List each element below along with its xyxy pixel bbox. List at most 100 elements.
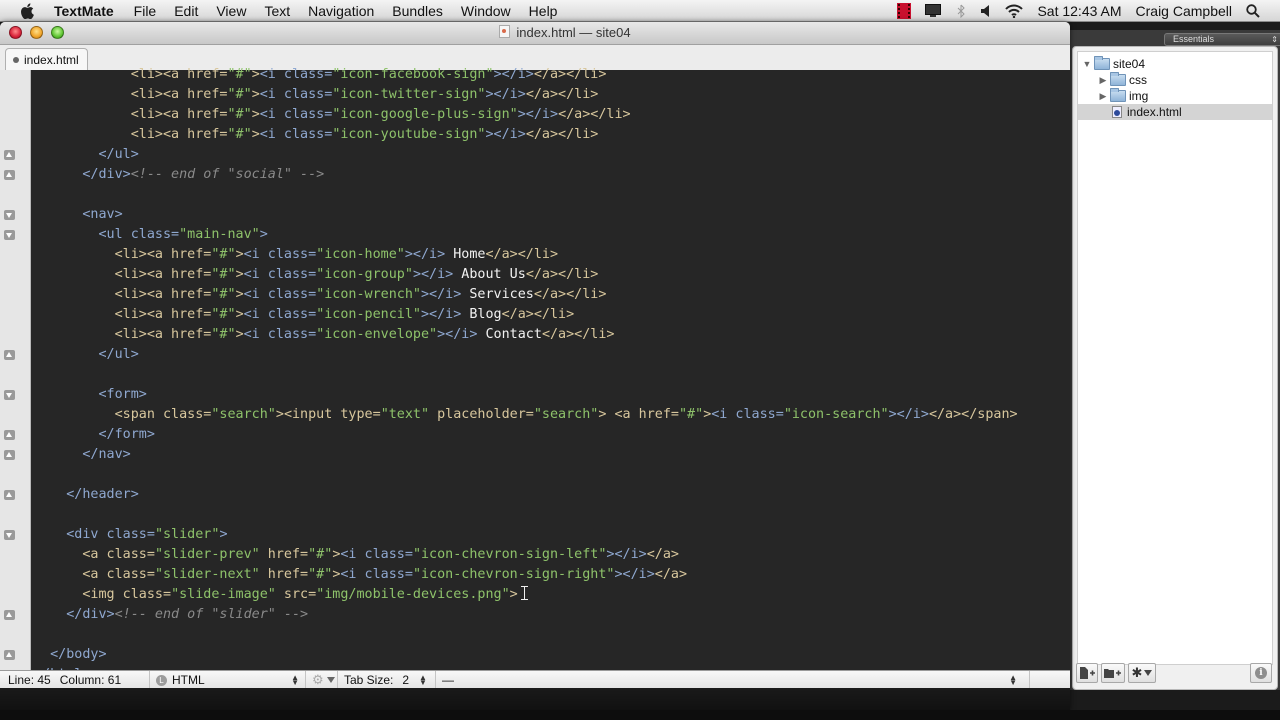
fold-end-icon[interactable] bbox=[4, 150, 15, 160]
menu-app-name[interactable]: TextMate bbox=[54, 3, 114, 19]
code-line[interactable]: </div><!-- end of "slider" --> bbox=[4, 605, 1070, 625]
fold-end-icon[interactable] bbox=[4, 610, 15, 620]
screen-recorder-icon[interactable] bbox=[897, 3, 912, 19]
menu-bundles[interactable]: Bundles bbox=[392, 3, 443, 19]
code-line[interactable]: <div class="slider"> bbox=[4, 525, 1070, 545]
code-line[interactable]: </header> bbox=[4, 485, 1070, 505]
code-line[interactable] bbox=[30, 625, 1070, 645]
code-line[interactable]: </ul> bbox=[4, 345, 1070, 365]
fold-end-icon[interactable] bbox=[4, 430, 15, 440]
code-line[interactable]: <img class="slide-image" src="img/mobile… bbox=[30, 585, 1070, 605]
code-token: <i class= bbox=[243, 307, 317, 322]
disclosure-collapsed-icon[interactable]: ▶ bbox=[1098, 88, 1108, 104]
code-line[interactable] bbox=[30, 505, 1070, 525]
fold-end-icon[interactable] bbox=[4, 650, 15, 660]
code-line[interactable]: <li><a href="#"><i class="icon-pencil"><… bbox=[30, 305, 1070, 325]
menu-edit[interactable]: Edit bbox=[174, 3, 198, 19]
menu-file[interactable]: File bbox=[134, 3, 157, 19]
code-line[interactable]: <li><a href="#"><i class="icon-envelope"… bbox=[30, 325, 1070, 345]
code-line[interactable]: </div><!-- end of "social" --> bbox=[4, 165, 1070, 185]
code-token: </a></li> bbox=[558, 107, 631, 122]
volume-icon[interactable] bbox=[981, 5, 991, 17]
new-folder-button[interactable] bbox=[1101, 663, 1125, 683]
code-line[interactable]: <a class="slider-next" href="#"><i class… bbox=[30, 565, 1070, 585]
workspace-select[interactable]: Essentials ⇕ bbox=[1164, 33, 1280, 46]
code-line[interactable]: <li><a href="#"><i class="icon-group"></… bbox=[30, 265, 1070, 285]
code-token: <i class= bbox=[340, 567, 413, 582]
title-bar[interactable]: index.html — site04 bbox=[0, 22, 1070, 45]
fold-start-icon[interactable] bbox=[4, 530, 15, 540]
code-line[interactable]: <li><a href="#"><i class="icon-home"></i… bbox=[30, 245, 1070, 265]
disclosure-expanded-icon[interactable]: ▼ bbox=[1082, 56, 1092, 72]
fold-end-icon[interactable] bbox=[4, 450, 15, 460]
menu-help[interactable]: Help bbox=[529, 3, 558, 19]
tab-size-select[interactable]: Tab Size: 2 ▲ ▼ bbox=[338, 671, 436, 689]
fold-end-icon[interactable] bbox=[4, 490, 15, 500]
menu-window[interactable]: Window bbox=[461, 3, 511, 19]
code-token: ></i> bbox=[412, 267, 454, 282]
menu-navigation[interactable]: Navigation bbox=[308, 3, 374, 19]
fold-start-icon[interactable] bbox=[4, 390, 15, 400]
code-line[interactable]: <ul class="main-nav"> bbox=[4, 225, 1070, 245]
code-token: </a></li> bbox=[525, 267, 599, 282]
code-token: <li><a href= bbox=[114, 287, 212, 302]
code-token: "#" bbox=[227, 127, 252, 142]
code-line[interactable] bbox=[30, 365, 1070, 385]
code-line[interactable]: <span class="search"><input type="text" … bbox=[30, 405, 1070, 425]
cursor-position[interactable]: Line: 45 Column: 61 bbox=[0, 671, 150, 689]
code-line[interactable]: </nav> bbox=[4, 445, 1070, 465]
display-icon[interactable] bbox=[925, 4, 942, 18]
fold-end-icon[interactable] bbox=[4, 170, 15, 180]
menu-view[interactable]: View bbox=[216, 3, 246, 19]
code-line[interactable]: <li><a href="#"><i class="icon-youtube-s… bbox=[30, 125, 1070, 145]
spotlight-search-icon[interactable] bbox=[1246, 4, 1260, 18]
code-line[interactable]: <nav> bbox=[4, 205, 1070, 225]
code-line[interactable]: <li><a href="#"><i class="icon-facebook-… bbox=[30, 65, 1070, 85]
code-token: > bbox=[509, 587, 518, 602]
modified-dot-icon bbox=[13, 56, 19, 63]
info-button[interactable]: i bbox=[1250, 663, 1272, 683]
code-token: ></i> bbox=[485, 87, 526, 102]
code-line[interactable]: </form> bbox=[4, 425, 1070, 445]
tree-item-css[interactable]: ▶ css bbox=[1078, 72, 1272, 88]
code-lines[interactable]: <li><a href="#"><i class="icon-facebook-… bbox=[4, 65, 1070, 685]
user-name[interactable]: Craig Campbell bbox=[1136, 3, 1232, 19]
code-line[interactable] bbox=[30, 185, 1070, 205]
disclosure-collapsed-icon[interactable]: ▶ bbox=[1098, 72, 1108, 88]
new-file-button[interactable] bbox=[1076, 663, 1098, 683]
code-line[interactable]: <li><a href="#"><i class="icon-google-pl… bbox=[30, 105, 1070, 125]
fold-start-icon[interactable] bbox=[4, 210, 15, 220]
code-line[interactable]: <li><a href="#"><i class="icon-twitter-s… bbox=[30, 85, 1070, 105]
folder-icon bbox=[1110, 72, 1126, 86]
wifi-icon[interactable] bbox=[1005, 4, 1024, 18]
code-line[interactable] bbox=[30, 465, 1070, 485]
language-select[interactable]: L HTML ▲ ▼ bbox=[150, 671, 306, 689]
tree-item-site04[interactable]: ▼ site04 bbox=[1078, 56, 1272, 72]
bundle-actions-button[interactable]: ⚙ bbox=[306, 671, 338, 689]
fold-start-icon[interactable] bbox=[4, 230, 15, 240]
tree-item-index-html[interactable]: index.html bbox=[1078, 104, 1272, 120]
code-line[interactable]: <li><a href="#"><i class="icon-wrench"><… bbox=[30, 285, 1070, 305]
select-arrows-icon: ⇕ bbox=[1271, 35, 1278, 44]
symbol-select[interactable]: — ▲ ▼ bbox=[436, 671, 1030, 689]
code-line[interactable]: <a class="slider-prev" href="#"><i class… bbox=[30, 545, 1070, 565]
line-label: Line: bbox=[8, 673, 35, 687]
clock[interactable]: Sat 12:43 AM bbox=[1037, 3, 1121, 19]
code-editor[interactable]: <li><a href="#"><i class="icon-facebook-… bbox=[0, 67, 1070, 690]
code-line[interactable]: </ul> bbox=[4, 145, 1070, 165]
apple-menu-icon[interactable] bbox=[20, 2, 36, 19]
bluetooth-icon[interactable] bbox=[955, 4, 967, 18]
folder-icon bbox=[1110, 88, 1126, 102]
menu-text[interactable]: Text bbox=[264, 3, 290, 19]
fold-end-icon[interactable] bbox=[4, 350, 15, 360]
document-proxy-icon[interactable] bbox=[499, 25, 511, 38]
tree-item-img[interactable]: ▶ img bbox=[1078, 88, 1272, 104]
actions-menu-button[interactable]: ✱ bbox=[1128, 663, 1156, 683]
code-line[interactable]: <form> bbox=[4, 385, 1070, 405]
code-token: ></i> bbox=[437, 327, 478, 342]
code-line[interactable]: </body> bbox=[4, 645, 1070, 665]
